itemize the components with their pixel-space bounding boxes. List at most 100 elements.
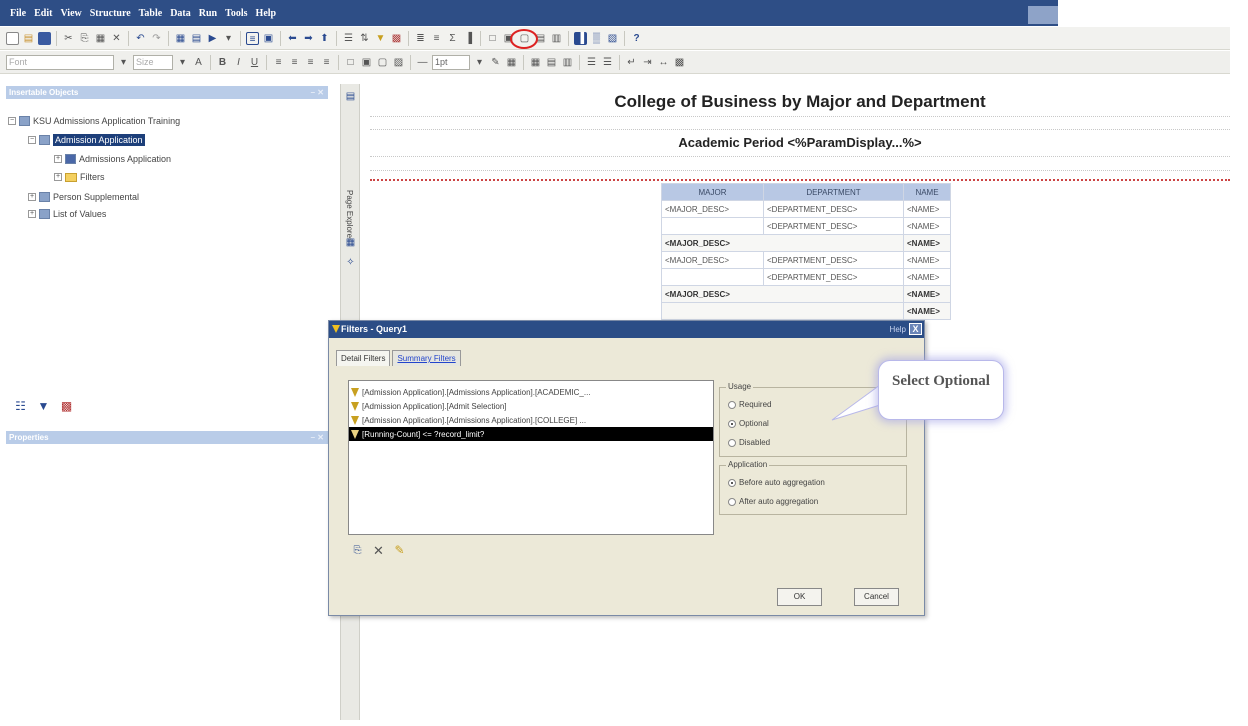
table-cell[interactable]: <NAME>	[903, 268, 951, 286]
report-title[interactable]: College of Business by Major and Departm…	[370, 92, 1230, 112]
table-cell[interactable]: <MAJOR_DESC>	[661, 285, 904, 303]
open-icon[interactable]: ▤	[22, 32, 35, 45]
ok-button[interactable]: OK	[777, 588, 822, 606]
menu-structure[interactable]: Structure	[90, 8, 131, 19]
paste-icon[interactable]: ▦	[94, 32, 107, 45]
table-cell[interactable]: <MAJOR_DESC>	[661, 200, 764, 218]
radio-optional[interactable]: Optional	[728, 419, 769, 428]
align-left-icon[interactable]: ≡	[272, 56, 285, 69]
filter-icon[interactable]: ▼	[374, 32, 387, 45]
expand-icon[interactable]: +	[54, 155, 62, 163]
fill-icon[interactable]: ▨	[392, 56, 405, 69]
group-icon[interactable]: ▩	[390, 32, 403, 45]
grid-icon[interactable]: ▦	[505, 56, 518, 69]
back-icon[interactable]: ⬅	[286, 32, 299, 45]
chart2-icon[interactable]: ▒	[590, 32, 603, 45]
sort-icon[interactable]: ⇅	[358, 32, 371, 45]
view-icon[interactable]: ▣	[262, 32, 275, 45]
summary-icon[interactable]: Σ	[446, 32, 459, 45]
save-icon[interactable]	[38, 31, 51, 45]
font-color-icon[interactable]: A	[192, 56, 205, 69]
layout5-icon[interactable]: ▥	[550, 32, 563, 45]
menu-data[interactable]: Data	[170, 8, 191, 19]
menu-edit[interactable]: Edit	[34, 8, 52, 19]
toolbox-tab-icon[interactable]: ▩	[60, 400, 73, 413]
justify-icon[interactable]: ≡	[320, 56, 333, 69]
pivot-icon[interactable]: ≡	[430, 32, 443, 45]
tree-node-list-of-values[interactable]: + List of Values	[28, 207, 106, 221]
data-items-tab-icon[interactable]: ▼	[37, 400, 50, 413]
list-item[interactable]: [Admission Application].[Admissions Appl…	[349, 385, 713, 399]
merge-icon[interactable]: ▤	[545, 56, 558, 69]
table-cell[interactable]	[661, 302, 904, 320]
radio-button-selected[interactable]	[728, 478, 736, 487]
query-explorer-icon[interactable]: ▦	[344, 236, 357, 249]
redo-icon[interactable]: ↷	[150, 32, 163, 45]
run-icon[interactable]: ▶	[206, 32, 219, 45]
menu-view[interactable]: View	[60, 8, 81, 19]
query-icon[interactable]: ≡	[246, 31, 259, 45]
grid-icon[interactable]: ▦	[174, 32, 187, 45]
table-cell[interactable]: <NAME>	[903, 302, 951, 320]
cut-icon[interactable]: ✂	[62, 32, 75, 45]
section-icon[interactable]: ≣	[414, 32, 427, 45]
line-style-icon[interactable]: —	[416, 56, 429, 69]
list-icon[interactable]: ☰	[342, 32, 355, 45]
tree-node-admissions-application[interactable]: + Admissions Application	[54, 152, 171, 166]
italic-icon[interactable]: I	[232, 56, 245, 69]
copy-icon[interactable]: ⎘	[78, 32, 91, 45]
table-icon[interactable]: ▤	[190, 32, 203, 45]
tree-node-person-supplemental[interactable]: + Person Supplemental	[28, 190, 139, 204]
radio-button-selected[interactable]	[728, 419, 736, 428]
undo-icon[interactable]: ↶	[134, 32, 147, 45]
tree-node-filters[interactable]: + Filters	[54, 170, 105, 184]
panel-close-icon[interactable]: – ✕	[311, 86, 324, 99]
page-explorer-icon[interactable]: ▤	[344, 90, 357, 103]
padding-icon[interactable]: ⇥	[641, 56, 654, 69]
wrap-icon[interactable]: ↵	[625, 56, 638, 69]
underline-icon[interactable]: U	[248, 56, 261, 69]
report-subtitle[interactable]: Academic Period <%ParamDisplay...%>	[370, 135, 1230, 150]
table-cell[interactable]: <NAME>	[903, 285, 951, 303]
expand-icon[interactable]: +	[28, 193, 36, 201]
table-cell[interactable]: <NAME>	[903, 217, 951, 235]
new-icon[interactable]	[6, 31, 19, 45]
page-explorer-tab[interactable]: Page Explorer	[345, 190, 354, 241]
table-cell[interactable]: <NAME>	[903, 234, 951, 252]
radio-button[interactable]	[728, 438, 736, 447]
table-style-icon[interactable]: ▦	[529, 56, 542, 69]
dropdown-arrow-icon[interactable]: ▾	[222, 32, 235, 45]
menu-run[interactable]: Run	[199, 8, 217, 19]
delete-icon[interactable]: ✕	[110, 32, 123, 45]
style-icon[interactable]: ▩	[673, 56, 686, 69]
pencil-icon[interactable]: ✎	[489, 56, 502, 69]
table-cell[interactable]: <DEPARTMENT_DESC>	[763, 251, 904, 269]
tree-node-root[interactable]: − KSU Admissions Application Training	[8, 114, 180, 128]
report-icon[interactable]: ▐	[574, 31, 587, 45]
table-cell[interactable]: <MAJOR_DESC>	[661, 251, 764, 269]
column-header-major[interactable]: MAJOR	[661, 183, 764, 201]
delete-icon[interactable]: ✕	[372, 544, 385, 557]
size-icon[interactable]: ↔	[657, 56, 670, 69]
panel-close-icon[interactable]: – ✕	[311, 431, 324, 444]
tab-summary-filters[interactable]: Summary Filters	[392, 350, 461, 366]
column-header-department[interactable]: DEPARTMENT	[763, 183, 904, 201]
help-icon[interactable]: ?	[630, 32, 643, 45]
bold-icon[interactable]: B	[216, 56, 229, 69]
border-icon[interactable]: □	[344, 56, 357, 69]
help-link[interactable]: Help	[890, 321, 906, 338]
add-filter-icon[interactable]: ⎘	[351, 544, 364, 557]
radio-disabled[interactable]: Disabled	[728, 438, 770, 447]
size-combo[interactable]: Size	[133, 54, 173, 70]
expand-icon[interactable]: +	[54, 173, 62, 181]
table-cell[interactable]: <DEPARTMENT_DESC>	[763, 200, 904, 218]
collapse-icon[interactable]: −	[8, 117, 16, 125]
border3-icon[interactable]: ▢	[376, 56, 389, 69]
forward-icon[interactable]: ➡	[302, 32, 315, 45]
dropdown-arrow-icon[interactable]: ▾	[473, 56, 486, 69]
border2-icon[interactable]: ▣	[360, 56, 373, 69]
dialog-title-bar[interactable]: Filters - Query1 Help X	[329, 321, 924, 338]
menu-tools[interactable]: Tools	[225, 8, 247, 19]
insert-row-icon[interactable]: ☰	[585, 56, 598, 69]
close-icon[interactable]: X	[909, 323, 922, 335]
